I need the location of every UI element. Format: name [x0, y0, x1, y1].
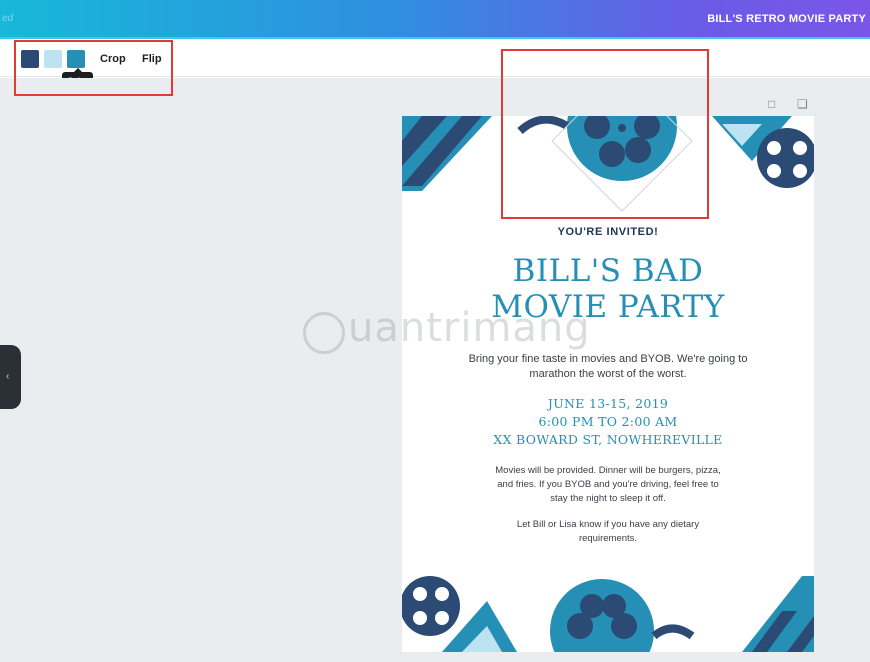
highlight-box-toolbar	[14, 40, 173, 96]
intro-text[interactable]: Bring your fine taste in movies and BYOB…	[402, 352, 814, 382]
details-text[interactable]: Movies will be provided. Dinner will be …	[402, 464, 814, 506]
topbar-left-text: ed	[2, 13, 14, 24]
watermark-text: uantrimang	[348, 305, 591, 351]
film-reel-bottom	[550, 579, 654, 652]
event-date[interactable]: JUNE 13-15, 2019	[402, 396, 814, 411]
dietary-text[interactable]: Let Bill or Lisa know if you have any di…	[402, 518, 814, 546]
event-address[interactable]: XX BOWARD ST, NOWHEREVILLE	[402, 432, 814, 447]
highlight-box-reel	[501, 49, 709, 219]
duplicate-icon[interactable]: ❏	[797, 97, 808, 111]
film-reel-bottom-left	[402, 576, 460, 636]
comment-icon[interactable]: □	[768, 97, 775, 111]
document-title[interactable]: BILL'S RETRO MOVIE PARTY	[707, 13, 866, 25]
top-bar: ed BILL'S RETRO MOVIE PARTY	[0, 0, 870, 39]
event-time[interactable]: 6:00 PM TO 2:00 AM	[402, 414, 814, 429]
watermark-logo	[303, 312, 345, 354]
title-line-1[interactable]: BILL'S BAD	[402, 253, 814, 289]
side-panel-handle[interactable]: ‹	[0, 345, 21, 409]
invited-heading[interactable]: YOU'RE INVITED!	[402, 226, 814, 238]
chevron-left-icon: ‹	[6, 371, 10, 382]
